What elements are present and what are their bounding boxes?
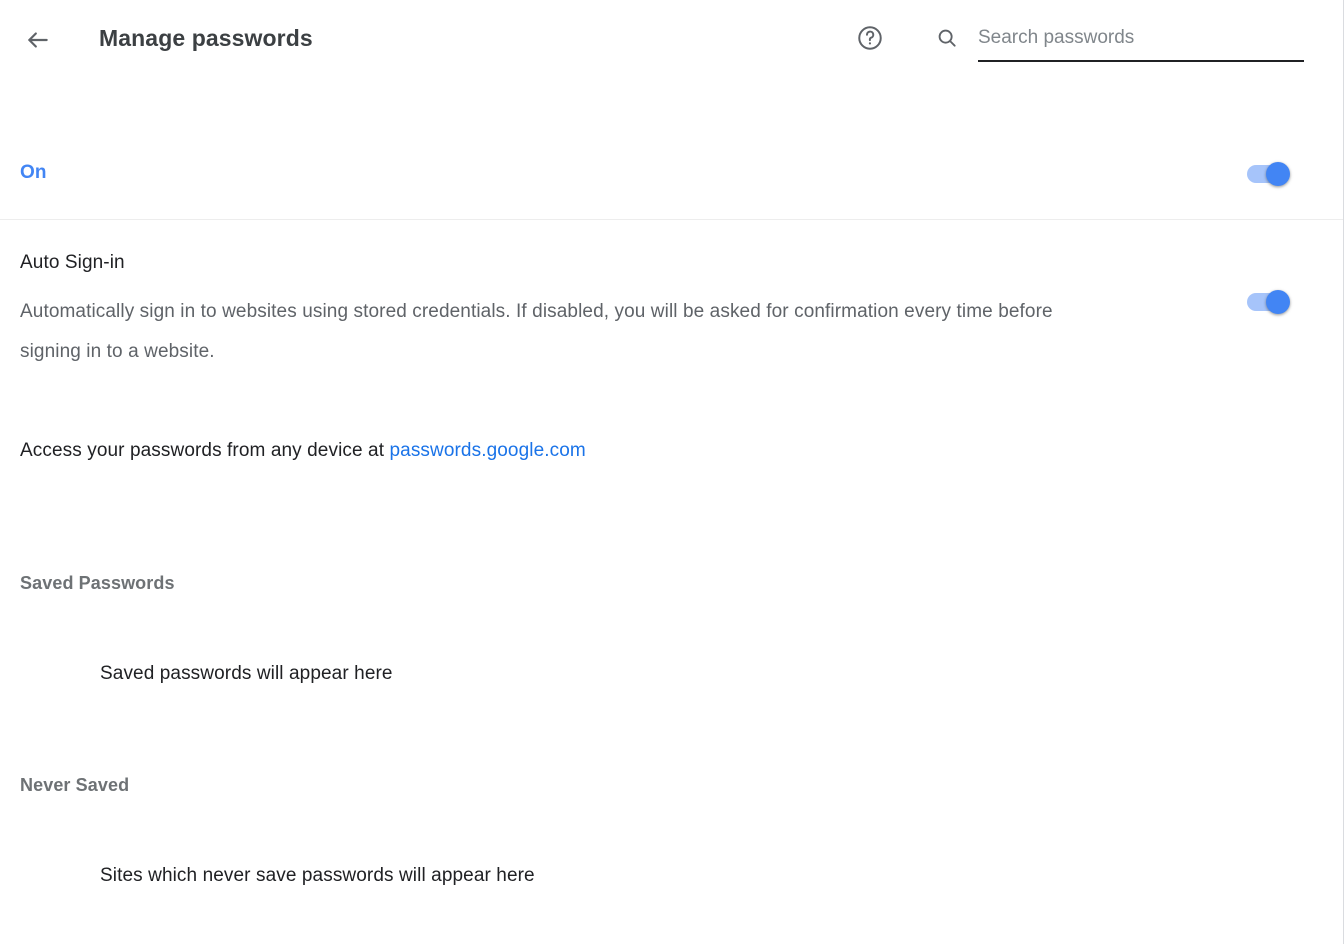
arrow-back-icon [25, 27, 51, 53]
help-circle-icon [856, 24, 884, 57]
page-title: Manage passwords [99, 25, 313, 51]
page-header: Manage passwords [0, 0, 1343, 80]
manage-passwords-page: Manage passwords On [0, 0, 1344, 944]
auto-signin-description: Automatically sign in to websites using … [20, 301, 1053, 362]
toggle-knob [1266, 290, 1290, 314]
passwords-google-com-link[interactable]: passwords.google.com [389, 440, 585, 461]
offer-to-save-row: On [0, 130, 1343, 220]
never-saved-header: Never Saved [20, 775, 130, 795]
toggle-knob [1266, 162, 1290, 186]
search-underline [978, 60, 1304, 62]
search-input[interactable] [978, 18, 1304, 58]
auto-signin-toggle[interactable] [1247, 290, 1299, 314]
saved-passwords-empty-text: Saved passwords will appear here [100, 663, 393, 684]
search-icon [936, 27, 958, 49]
offer-to-save-label: On [20, 162, 47, 183]
help-button[interactable] [852, 22, 888, 58]
offer-to-save-toggle[interactable] [1247, 162, 1299, 186]
search-passwords-field[interactable] [932, 18, 1304, 62]
back-button[interactable] [20, 22, 56, 58]
auto-signin-title: Auto Sign-in [20, 252, 125, 273]
access-passwords-row: Access your passwords from any device at… [20, 440, 586, 462]
saved-passwords-header: Saved Passwords [20, 573, 175, 593]
access-passwords-text: Access your passwords from any device at [20, 440, 390, 461]
never-saved-empty-text: Sites which never save passwords will ap… [100, 865, 535, 886]
